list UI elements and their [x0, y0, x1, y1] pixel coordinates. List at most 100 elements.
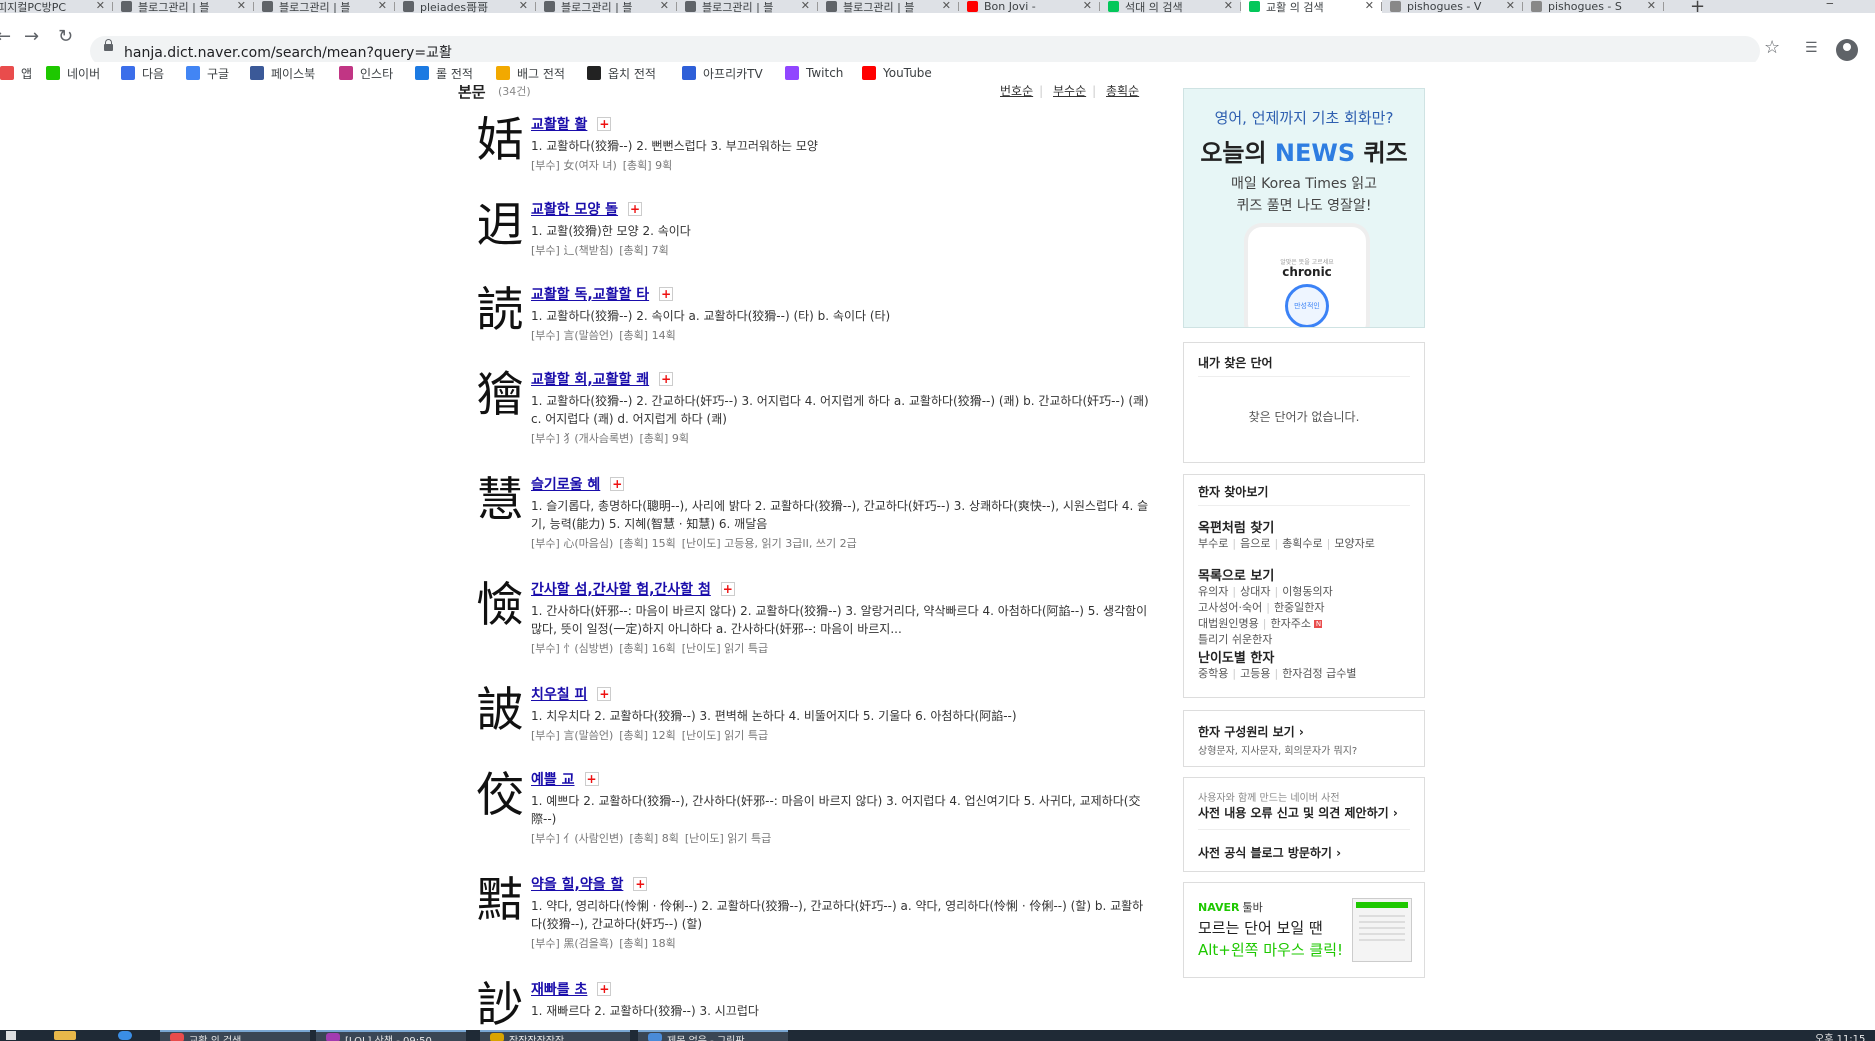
tab-close-icon[interactable]: ✕	[1083, 0, 1092, 12]
add-to-wordbook-icon[interactable]: +	[633, 877, 648, 891]
finder-link[interactable]: 중학용	[1198, 667, 1228, 680]
browser-tab[interactable]: 블로그관리 | 블 ✕	[113, 0, 254, 13]
add-to-wordbook-icon[interactable]: +	[659, 372, 674, 386]
hanja-character[interactable]: 迌	[470, 200, 530, 252]
browser-tab[interactable]: pishogues - S ✕	[1523, 0, 1664, 13]
hanja-character[interactable]: 詖	[470, 685, 530, 737]
entry-word-link[interactable]: 슬기로울 혜	[531, 474, 600, 494]
browser-tab[interactable]: 석대 의 검색 ✕	[1100, 0, 1241, 13]
tab-close-icon[interactable]: ✕	[1365, 0, 1374, 12]
news-quiz-ad[interactable]: 영어, 언제까지 기초 회화만? 오늘의 NEWS 퀴즈 매일 Korea Ti…	[1183, 88, 1425, 328]
minimize-icon[interactable]: ‒	[1826, 0, 1834, 10]
report-error-link[interactable]: 사전 내용 오류 신고 및 의견 제안하기 ›	[1198, 804, 1398, 821]
forward-arrow-icon[interactable]: →	[24, 26, 39, 47]
new-tab-icon[interactable]: +	[1690, 0, 1705, 13]
add-to-wordbook-icon[interactable]: +	[584, 772, 599, 786]
finder-link[interactable]: 대법원인명용	[1198, 617, 1259, 630]
finder-link[interactable]: 유의자	[1198, 585, 1228, 598]
add-to-wordbook-icon[interactable]: +	[659, 287, 674, 301]
hanja-character[interactable]: 憸	[470, 580, 530, 632]
finder-link[interactable]: 부수로	[1198, 537, 1228, 550]
hanja-character[interactable]: 姡	[470, 115, 530, 167]
reading-list-icon[interactable]: ☰	[1805, 40, 1818, 56]
finder-link[interactable]: 모양자로	[1334, 537, 1374, 550]
tab-close-icon[interactable]: ✕	[660, 0, 669, 12]
finder-link[interactable]: 틀리기 쉬운한자	[1198, 633, 1272, 646]
bookmark-item[interactable]: 앱	[0, 65, 32, 81]
bookmark-item[interactable]: 배그 전적	[496, 65, 565, 81]
entry-word-link[interactable]: 예쁠 교	[531, 769, 575, 789]
tab-close-icon[interactable]: ✕	[519, 0, 528, 12]
entry-word-link[interactable]: 간사할 섬,간사할 험,간사할 첨	[531, 579, 711, 599]
browser-tab[interactable]: 피지컬PC방PC ✕	[0, 0, 113, 13]
bookmark-star-icon[interactable]: ☆	[1764, 37, 1780, 58]
taskbar-app[interactable]: 교활 의 검색...	[160, 1030, 310, 1041]
hanja-character[interactable]: 慧	[470, 475, 530, 527]
bookmark-item[interactable]: YouTube	[862, 65, 932, 81]
internet-explorer-icon[interactable]	[110, 1030, 140, 1041]
bookmark-item[interactable]: 다음	[121, 65, 164, 81]
blog-visit-link[interactable]: 사전 공식 블로그 방문하기 ›	[1198, 844, 1341, 861]
hanja-origin-box[interactable]: 한자 구성원리 보기 › 상형문자, 지사문자, 회의문자가 뭐지?	[1183, 710, 1425, 767]
add-to-wordbook-icon[interactable]: +	[628, 202, 643, 216]
finder-link[interactable]: 고등용	[1240, 667, 1270, 680]
bookmark-item[interactable]: 롤 전적	[415, 65, 473, 81]
tab-close-icon[interactable]: ✕	[96, 0, 105, 12]
browser-tab[interactable]: pishogues - V ✕	[1382, 0, 1523, 13]
entry-word-link[interactable]: 치우칠 피	[531, 684, 587, 704]
entry-word-link[interactable]: 교활할 활	[531, 114, 587, 134]
hanja-character[interactable]: 黠	[470, 875, 530, 927]
tab-close-icon[interactable]: ✕	[378, 0, 387, 12]
bookmark-item[interactable]: 인스타	[339, 65, 393, 81]
finder-link[interactable]: 총획수로	[1282, 537, 1322, 550]
tab-close-icon[interactable]: ✕	[1224, 0, 1233, 12]
entry-word-link[interactable]: 교활할 독,교활할 타	[531, 284, 649, 304]
bookmark-item[interactable]: 구글	[186, 65, 229, 81]
tab-close-icon[interactable]: ✕	[942, 0, 951, 12]
reload-icon[interactable]: ↻	[58, 26, 73, 47]
add-to-wordbook-icon[interactable]: +	[597, 687, 612, 701]
bookmark-item[interactable]: Twitch	[785, 65, 843, 81]
browser-tab[interactable]: 블로그관리 | 블 ✕	[254, 0, 395, 13]
add-to-wordbook-icon[interactable]: +	[597, 117, 612, 131]
entry-word-link[interactable]: 재빠를 초	[531, 979, 587, 999]
finder-link[interactable]: 한자검정 급수별	[1282, 667, 1356, 680]
entry-word-link[interactable]: 약을 힐,약을 할	[531, 874, 623, 894]
origin-title-link[interactable]: 한자 구성원리 보기 ›	[1198, 723, 1304, 740]
profile-avatar-icon[interactable]	[1836, 39, 1858, 61]
finder-link[interactable]: 한중일한자	[1274, 601, 1325, 614]
finder-link[interactable]: 상대자	[1240, 585, 1270, 598]
windows-start-icon[interactable]	[0, 1030, 22, 1041]
hanja-character[interactable]: 獪	[470, 370, 530, 422]
taskbar-clock[interactable]: 오후 11:15	[1815, 1030, 1875, 1041]
bookmark-item[interactable]: 페이스북	[250, 65, 315, 81]
browser-tab[interactable]: 교활 의 검색 ✕	[1241, 0, 1382, 13]
tab-close-icon[interactable]: ✕	[237, 0, 246, 12]
taskbar-app[interactable]: 제목 없음 - 그림판	[638, 1030, 788, 1041]
browser-tab[interactable]: pleiades哥哥 ✕	[395, 0, 536, 13]
file-explorer-icon[interactable]	[50, 1030, 80, 1041]
entry-word-link[interactable]: 교활한 모양 돌	[531, 199, 618, 219]
hanja-character[interactable]: 読	[470, 285, 530, 337]
taskbar-app[interactable]: 잠잠잠잠잠잠	[480, 1030, 630, 1041]
finder-link[interactable]: 음으로	[1240, 537, 1270, 550]
taskbar-app[interactable]: [LOL] 산책 - 09:50...	[316, 1030, 466, 1041]
finder-link[interactable]: 고사성어·숙어	[1198, 601, 1262, 614]
entry-word-link[interactable]: 교활할 회,교활할 쾌	[531, 369, 649, 389]
hanja-character[interactable]: 佼	[470, 770, 530, 822]
add-to-wordbook-icon[interactable]: +	[597, 982, 612, 996]
sort-by-number-link[interactable]: 번호순	[1000, 85, 1033, 98]
browser-tab[interactable]: 블로그관리 | 블 ✕	[677, 0, 818, 13]
bookmark-item[interactable]: 네이버	[46, 65, 100, 81]
naver-toolbar-ad[interactable]: NAVER 툴바 모르는 단어 보일 땐 Alt+왼쪽 마우스 클릭!	[1183, 882, 1425, 978]
tab-close-icon[interactable]: ✕	[1647, 0, 1656, 12]
sort-by-strokes-link[interactable]: 총획순	[1106, 85, 1139, 98]
finder-link[interactable]: 이형동의자	[1282, 585, 1333, 598]
tab-close-icon[interactable]: ✕	[1506, 0, 1515, 12]
url-text[interactable]: hanja.dict.naver.com/search/mean?query=교…	[124, 42, 452, 62]
add-to-wordbook-icon[interactable]: +	[610, 477, 625, 491]
bookmark-item[interactable]: 옵치 전적	[587, 65, 656, 81]
back-arrow-icon[interactable]: ←	[0, 26, 11, 47]
hanja-character[interactable]: 訬	[470, 980, 530, 1031]
finder-link[interactable]: 한자주소	[1270, 617, 1310, 630]
